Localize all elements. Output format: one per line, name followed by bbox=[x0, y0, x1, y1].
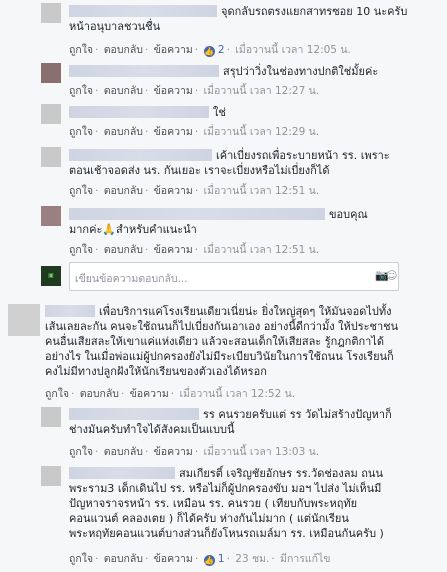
comment-actions: ถูกใจ · ตอบกลับ · ข้อความ · เมื่อวานนี้ เวล… bbox=[45, 388, 296, 400]
message-link[interactable]: ข้อความ bbox=[154, 553, 193, 565]
commenter-name[interactable] bbox=[45, 305, 95, 317]
reply-link[interactable]: ตอบกลับ bbox=[80, 388, 119, 400]
avatar[interactable] bbox=[41, 466, 61, 486]
comment-body: สรุปว่าวิ่งในช่องทางปกติใช่มั้ยค่ะ bbox=[69, 64, 439, 79]
like-link[interactable]: ถูกใจ bbox=[69, 44, 93, 56]
comment-actions: ถูกใจ · ตอบกลับ · ข้อความ · เมื่อวานนี้ เวล… bbox=[69, 126, 320, 138]
timestamp[interactable]: เมื่อวานนี้ เวลา 12:51 น. bbox=[204, 244, 320, 256]
comment-body: สมเกียรติ์ เจริญชัยอักษร รร.วัดช่องลม ถน… bbox=[69, 467, 384, 540]
like-link[interactable]: ถูกใจ bbox=[69, 185, 93, 197]
commenter-name[interactable] bbox=[69, 149, 212, 161]
like-link[interactable]: ถูกใจ bbox=[69, 446, 93, 458]
comment-actions: ถูกใจ · ตอบกลับ · ข้อความ · เมื่อวานนี้ เวล… bbox=[69, 85, 320, 97]
like-link[interactable]: ถูกใจ bbox=[69, 553, 93, 565]
commenter-name[interactable] bbox=[69, 65, 219, 77]
commenter-name[interactable] bbox=[69, 408, 199, 420]
avatar[interactable] bbox=[41, 3, 61, 23]
timestamp[interactable]: เมื่อวานนี้ เวลา 12:52 น. bbox=[180, 388, 296, 400]
comment-actions: ถูกใจ · ตอบกลับ · ข้อความ · 👍 2 · เมื่อวานนี… bbox=[69, 44, 351, 57]
message-link[interactable]: ข้อความ bbox=[154, 244, 193, 256]
reply-link[interactable]: ตอบกลับ bbox=[104, 126, 143, 138]
comment-body: รร คนรวยครับแต่ รร วัดไม่สร้างปัญหาก็ ช่… bbox=[69, 408, 392, 436]
avatar[interactable] bbox=[8, 304, 40, 336]
comment-actions: ถูกใจ · ตอบกลับ · ข้อความ · 👍 1 · 23 ชม. · มี… bbox=[69, 553, 331, 566]
comment-body: ใช่ bbox=[69, 105, 439, 120]
like-icon[interactable]: 👍 bbox=[203, 555, 215, 566]
timestamp[interactable]: เมื่อวานนี้ เวลา 12:27 น. bbox=[204, 85, 320, 97]
like-count[interactable]: 1 bbox=[218, 553, 225, 565]
avatar[interactable] bbox=[41, 407, 61, 427]
comment-actions: ถูกใจ · ตอบกลับ · ข้อความ · เมื่อวานนี้ เวล… bbox=[69, 244, 320, 256]
comment-actions: ถูกใจ · ตอบกลับ · ข้อความ · เมื่อวานนี้ เวล… bbox=[69, 185, 320, 197]
message-link[interactable]: ข้อความ bbox=[154, 44, 193, 56]
timestamp[interactable]: เมื่อวานนี้ เวลา 13:03 น. bbox=[204, 446, 320, 458]
commenter-name[interactable] bbox=[69, 208, 325, 220]
like-link[interactable]: ถูกใจ bbox=[69, 244, 93, 256]
like-link[interactable]: ถูกใจ bbox=[45, 388, 69, 400]
reply-link[interactable]: ตอบกลับ bbox=[104, 553, 143, 565]
reply-placeholder: เขียนข้อความตอบกลับ... bbox=[75, 273, 188, 285]
avatar[interactable] bbox=[41, 104, 61, 124]
reply-link[interactable]: ตอบกลับ bbox=[104, 185, 143, 197]
like-link[interactable]: ถูกใจ bbox=[69, 126, 93, 138]
timestamp[interactable]: เมื่อวานนี้ เวลา 12:51 น. bbox=[204, 185, 320, 197]
avatar[interactable] bbox=[41, 63, 61, 83]
message-link[interactable]: ข้อความ bbox=[154, 85, 193, 97]
message-link[interactable]: ข้อความ bbox=[130, 388, 169, 400]
like-count[interactable]: 2 bbox=[218, 44, 225, 56]
message-link[interactable]: ข้อความ bbox=[154, 126, 193, 138]
timestamp[interactable]: เมื่อวานนี้ เวลา 12:29 น. bbox=[204, 126, 320, 138]
comment-body: เพื่อบริการแค่โรงเรียนเดียวเนี่ยน่ะ ยิ่ง… bbox=[45, 305, 399, 378]
comment-body: ขอบคุณ มากค่ะ🙏สำหรับคำแนะนำ bbox=[69, 208, 368, 236]
current-user-avatar: ▣ bbox=[41, 266, 61, 286]
comment-body: จุดกลับรถตรงแยกสาทรซอย 10 นะครับ หน้าอนุ… bbox=[69, 5, 408, 33]
reply-link[interactable]: ตอบกลับ bbox=[104, 85, 143, 97]
like-link[interactable]: ถูกใจ bbox=[69, 85, 93, 97]
reply-link[interactable]: ตอบกลับ bbox=[104, 446, 143, 458]
message-link[interactable]: ข้อความ bbox=[154, 185, 193, 197]
comment-body: เค้าเบี่ยงรถเพื่อระบายหน้า รร. เพราะ ตอน… bbox=[69, 149, 390, 177]
commenter-name[interactable] bbox=[69, 106, 209, 118]
reply-link[interactable]: ตอบกลับ bbox=[104, 244, 143, 256]
reply-input[interactable]: เขียนข้อความตอบกลับ... 📷 ☺ bbox=[69, 262, 399, 291]
commenter-name[interactable] bbox=[69, 5, 217, 17]
commenter-name[interactable] bbox=[69, 467, 175, 479]
avatar[interactable] bbox=[41, 147, 61, 167]
emoji-icon[interactable]: ☺ bbox=[386, 269, 397, 282]
like-icon[interactable]: 👍 bbox=[203, 46, 215, 57]
reply-link[interactable]: ตอบกลับ bbox=[104, 44, 143, 56]
timestamp[interactable]: 23 ชม. bbox=[235, 553, 269, 565]
comment-actions: ถูกใจ · ตอบกลับ · ข้อความ · เมื่อวานนี้ เวล… bbox=[69, 446, 320, 458]
message-link[interactable]: ข้อความ bbox=[154, 446, 193, 458]
avatar[interactable] bbox=[41, 206, 61, 226]
timestamp[interactable]: เมื่อวานนี้ เวลา 12:05 น. bbox=[235, 44, 351, 56]
edited-label[interactable]: มีการแก้ไข bbox=[280, 553, 330, 565]
